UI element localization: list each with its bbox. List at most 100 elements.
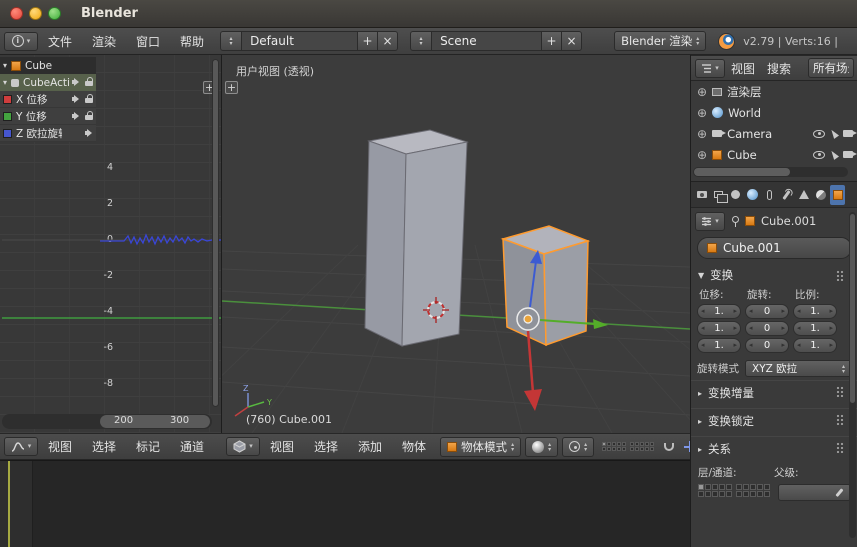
menu-render[interactable]: 渲染	[82, 33, 126, 50]
mute-speaker-icon[interactable]	[72, 111, 81, 121]
outliner-filter-select[interactable]: 所有场景	[808, 58, 854, 78]
editor-type-button-graph[interactable]: ▾	[4, 437, 38, 456]
menu-help[interactable]: 帮助	[170, 33, 214, 50]
editor-type-button-3dview[interactable]: ▾	[226, 437, 260, 456]
tab-world[interactable]	[745, 185, 760, 205]
outliner-row-cube[interactable]: ⊕ Cube	[691, 144, 857, 165]
scene-delete-button[interactable]: ×	[562, 31, 582, 51]
renderability-camera-icon[interactable]	[843, 151, 853, 158]
menu-window[interactable]: 窗口	[126, 33, 170, 50]
location-z-field[interactable]: ◂1.▸	[697, 338, 741, 353]
panel-drag-dots[interactable]	[836, 414, 844, 425]
rotation-mode-select[interactable]: XYZ 欧拉 ▴▾	[745, 360, 852, 377]
vp-menu-object[interactable]: 物体	[392, 438, 436, 455]
graph-editor[interactable]: 4 2 0 -2 -4 -6 -8 ▾ Cube ▾ CubeAction	[0, 55, 222, 433]
channel-row-fcurve-x[interactable]: X 位移	[0, 91, 96, 108]
panel-drag-dots[interactable]	[836, 442, 844, 453]
graph-menu-channel[interactable]: 通道	[170, 438, 214, 455]
properties-scrollbar[interactable]	[849, 212, 856, 538]
scale-y-field[interactable]: ◂1.▸	[793, 321, 837, 336]
outliner-menu-search[interactable]: 搜索	[761, 60, 797, 77]
tab-scene[interactable]	[728, 185, 743, 205]
tab-constraints[interactable]	[762, 185, 777, 205]
selectability-arrow-icon[interactable]	[829, 149, 839, 160]
tab-render[interactable]	[694, 185, 709, 205]
object-name-field[interactable]: Cube.001	[697, 237, 852, 259]
layers-widget[interactable]	[602, 442, 654, 451]
panel-drag-dots[interactable]	[836, 386, 844, 397]
mute-speaker-icon[interactable]	[72, 77, 81, 87]
tab-modifiers[interactable]	[779, 185, 794, 205]
scene-name-field[interactable]: Scene	[432, 31, 542, 51]
renderability-camera-icon[interactable]	[843, 130, 853, 137]
scene-browse-button[interactable]: ▴▾	[410, 31, 432, 51]
graph-menu-view[interactable]: 视图	[38, 438, 82, 455]
lock-icon[interactable]	[85, 111, 94, 121]
object-layers-widget[interactable]	[698, 484, 770, 497]
channel-row-action[interactable]: ▾ CubeAction	[0, 74, 96, 91]
expand-plus-icon[interactable]: ⊕	[697, 128, 707, 140]
panel-drag-dots[interactable]	[836, 270, 844, 281]
editor-type-button-info[interactable]: i ▾	[4, 32, 38, 51]
expand-plus-icon[interactable]: ⊕	[697, 107, 707, 119]
transform-panel-header[interactable]: ▼ 变换	[691, 265, 857, 285]
graph-menu-select[interactable]: 选择	[82, 438, 126, 455]
layout-delete-button[interactable]: ×	[378, 31, 398, 51]
delta-transform-panel-header[interactable]: ▸ 变换增量	[691, 380, 857, 405]
vp-menu-select[interactable]: 选择	[304, 438, 348, 455]
outliner-row-renderlayers[interactable]: ⊕ 渲染层	[691, 81, 857, 102]
editor-type-button-outliner[interactable]: ▾	[695, 59, 725, 78]
menu-file[interactable]: 文件	[38, 33, 82, 50]
tab-material[interactable]	[813, 185, 828, 205]
outliner-row-camera[interactable]: ⊕ Camera	[691, 123, 857, 144]
region-expand-button[interactable]: +	[225, 81, 238, 94]
parent-object-field[interactable]	[778, 484, 851, 501]
visibility-eye-icon[interactable]	[813, 130, 825, 138]
pin-icon[interactable]	[731, 216, 739, 227]
vp-menu-view[interactable]: 视图	[260, 438, 304, 455]
layout-browse-button[interactable]: ▴▾	[220, 31, 242, 51]
location-x-field[interactable]: ◂1.▸	[697, 304, 741, 319]
lock-icon[interactable]	[85, 94, 94, 104]
mode-select[interactable]: 物体模式 ▴▾	[440, 437, 521, 457]
visibility-eye-icon[interactable]	[813, 151, 825, 159]
outliner-menu-view[interactable]: 视图	[725, 60, 761, 77]
tab-object[interactable]	[830, 185, 845, 205]
channel-row-object[interactable]: ▾ Cube	[0, 57, 96, 74]
pivot-select[interactable]: ▴▾	[562, 437, 594, 457]
layout-add-button[interactable]: +	[358, 31, 378, 51]
channel-row-fcurve-y[interactable]: Y 位移	[0, 108, 96, 125]
channel-row-fcurve-z[interactable]: Z 欧拉旋转	[0, 125, 96, 142]
scale-z-field[interactable]: ◂1.▸	[793, 338, 837, 353]
selectability-arrow-icon[interactable]	[829, 128, 839, 139]
current-frame-marker[interactable]	[8, 461, 10, 547]
viewport-3d[interactable]: Z Y 用户视图 (透视) (760) Cube.001 +	[222, 55, 690, 433]
lock-icon[interactable]	[85, 77, 94, 87]
timeline-editor[interactable]	[0, 460, 690, 547]
tab-render-layers[interactable]	[711, 185, 726, 205]
expand-plus-icon[interactable]: ⊕	[697, 86, 707, 98]
editor-type-button-properties[interactable]: ▾	[695, 212, 725, 231]
scale-x-field[interactable]: ◂1.▸	[793, 304, 837, 319]
window-close-button[interactable]	[10, 7, 23, 20]
graph-vertical-scrollbar[interactable]	[212, 59, 219, 407]
outliner-horizontal-scrollbar[interactable]	[693, 167, 848, 177]
outliner-row-world[interactable]: ⊕ World	[691, 102, 857, 123]
vp-menu-add[interactable]: 添加	[348, 438, 392, 455]
location-y-field[interactable]: ◂1.▸	[697, 321, 741, 336]
layout-name-field[interactable]: Default	[242, 31, 358, 51]
tab-data[interactable]	[796, 185, 811, 205]
shading-select[interactable]: ▴▾	[525, 437, 558, 457]
mute-speaker-icon[interactable]	[72, 94, 81, 104]
rotation-y-field[interactable]: ◂0▸	[745, 321, 789, 336]
transform-locks-panel-header[interactable]: ▸ 变换锁定	[691, 408, 857, 433]
expand-plus-icon[interactable]: ⊕	[697, 149, 707, 161]
render-engine-select[interactable]: Blender 渲染 ▴▾	[614, 31, 706, 51]
graph-horizontal-scrollbar[interactable]: 200 300	[2, 414, 212, 429]
window-minimize-button[interactable]	[29, 7, 42, 20]
scene-add-button[interactable]: +	[542, 31, 562, 51]
relations-panel-header[interactable]: ▸ 关系	[691, 436, 857, 461]
rotation-z-field[interactable]: ◂0▸	[745, 338, 789, 353]
mute-speaker-icon[interactable]	[85, 128, 94, 138]
rotation-x-field[interactable]: ◂0▸	[745, 304, 789, 319]
